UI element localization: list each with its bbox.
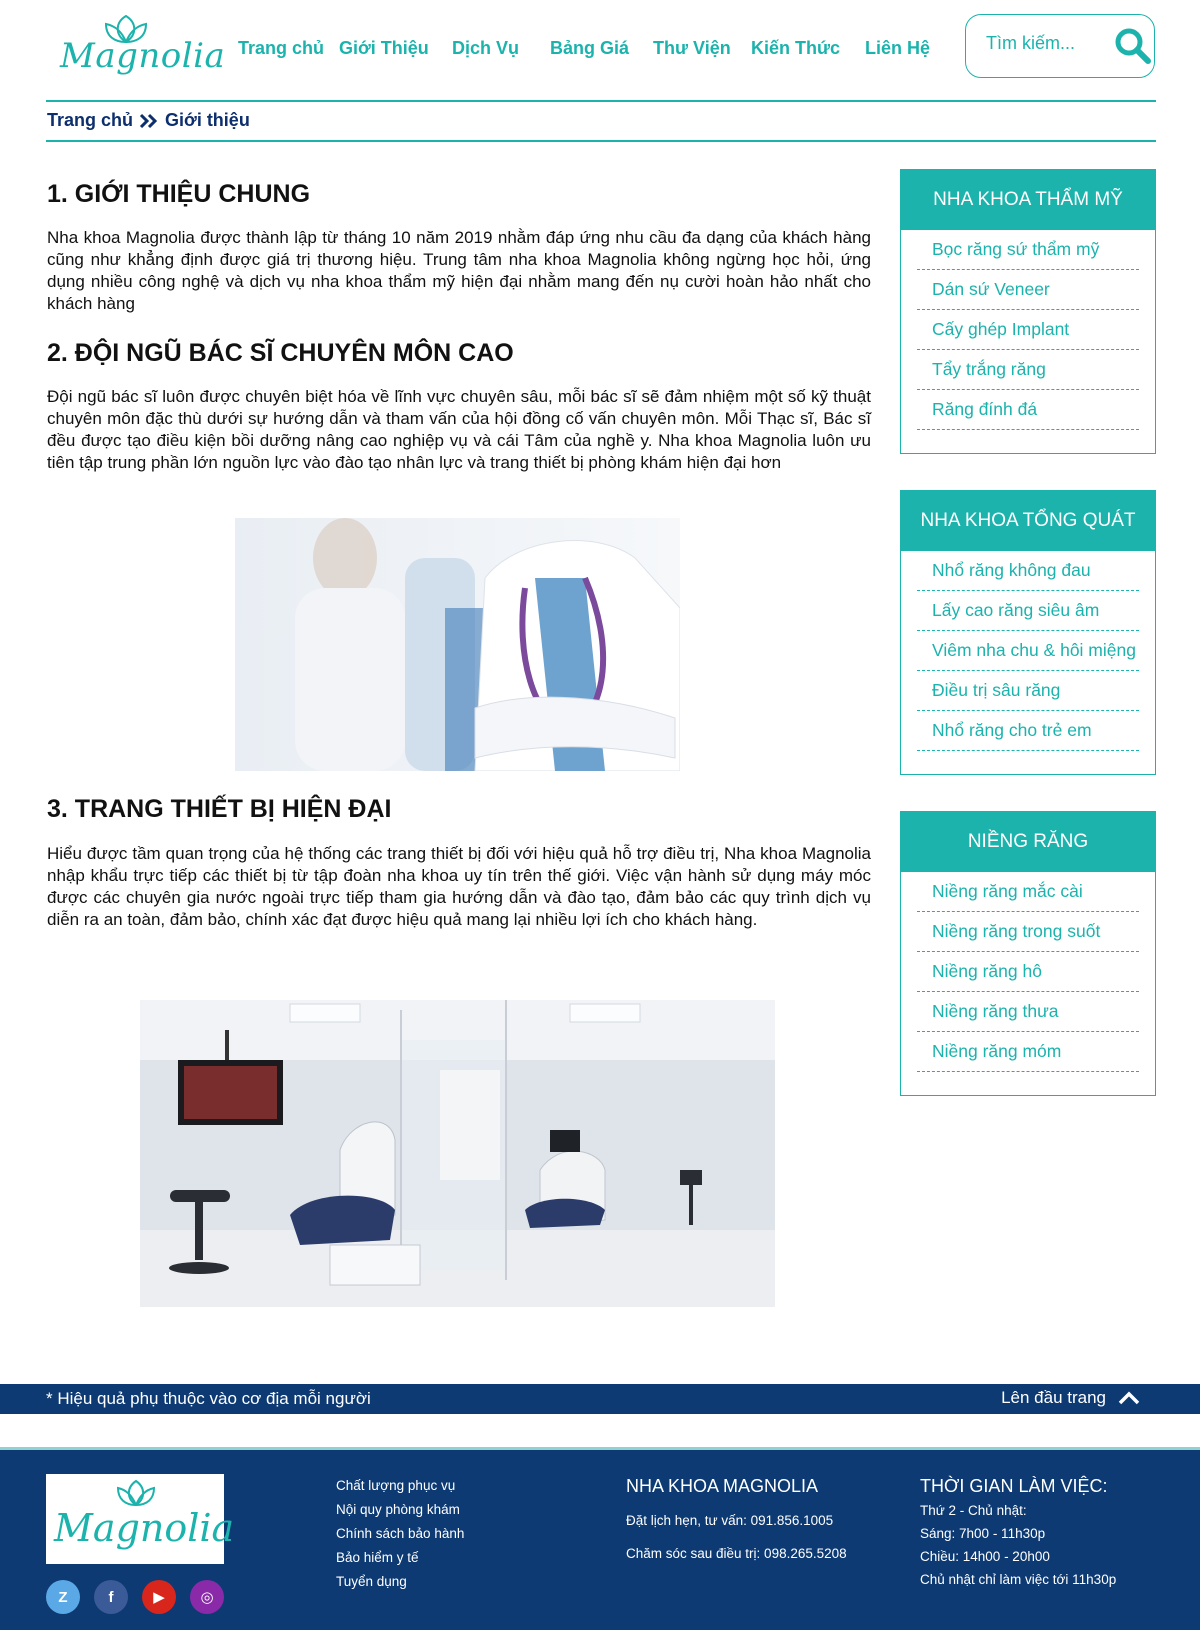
sidebar-cosmetic-title: NHA KHOA THẨM MỸ	[901, 170, 1155, 230]
sidebar-item-lay-cao-rang[interactable]: Lấy cao răng siêu âm	[917, 591, 1139, 631]
breadcrumb-home[interactable]: Trang chủ	[47, 110, 133, 131]
footer-link-noi-quy[interactable]: Nội quy phòng khám	[336, 1502, 464, 1526]
doctors-photo	[235, 518, 680, 771]
instagram-icon[interactable]: ◎	[190, 1580, 224, 1614]
section-title-doctors: 2. ĐỘI NGŨ BÁC SĨ CHUYÊN MÔN CAO	[47, 339, 514, 367]
search-box	[965, 14, 1155, 78]
sidebar-item-boc-rang-su[interactable]: Bọc răng sứ thẩm mỹ	[917, 230, 1139, 270]
footer-booking-phone[interactable]: Đặt lịch hẹn, tư vấn: 091.856.1005	[626, 1509, 847, 1532]
sidebar-item-nieng-rang-ho[interactable]: Niềng răng hô	[917, 952, 1139, 992]
sidebar-general-box: NHA KHOA TỔNG QUÁT Nhổ răng không đau Lấ…	[900, 490, 1156, 775]
footer-logo-text: Magnolia	[54, 1506, 235, 1550]
nav-lien-he[interactable]: Liên Hệ	[865, 38, 930, 59]
sidebar-item-nho-rang-khong-dau[interactable]: Nhổ răng không đau	[917, 551, 1139, 591]
back-to-top-label: Lên đầu trang	[1001, 1388, 1106, 1407]
breadcrumb-divider	[46, 140, 1156, 142]
footer-hours-line: Thứ 2 - Chủ nhật:	[920, 1503, 1027, 1518]
sidebar-item-rang-dinh-da[interactable]: Răng đính đá	[917, 390, 1139, 430]
social-links: Z f ▶ ◎	[46, 1580, 238, 1614]
footer-hours-line: Chiều: 14h00 - 20h00	[920, 1549, 1050, 1564]
footer-hours-line: Sáng: 7h00 - 11h30p	[920, 1526, 1046, 1541]
effect-disclaimer: * Hiệu quả phụ thuộc vào cơ địa mỗi ngườ…	[46, 1389, 371, 1408]
nav-gioi-thieu[interactable]: Giới Thiệu	[339, 38, 429, 59]
footer-link-chinh-sach[interactable]: Chính sách bảo hành	[336, 1526, 464, 1550]
nav-trang-chu[interactable]: Trang chủ	[238, 38, 324, 59]
footer-hours-title: THỜI GIAN LÀM VIỆC:	[920, 1476, 1108, 1496]
sidebar-cosmetic-box: NHA KHOA THẨM MỸ Bọc răng sứ thẩm mỹ Dán…	[900, 169, 1156, 454]
footer-link-bao-hiem[interactable]: Bảo hiểm y tế	[336, 1550, 464, 1574]
sidebar-item-nieng-mac-cai[interactable]: Niềng răng mắc cài	[917, 872, 1139, 912]
site-footer: Magnolia Z f ▶ ◎ Chất lượng phục vụ Nội …	[0, 1447, 1200, 1630]
header-divider	[46, 100, 1156, 102]
footer-hours: THỜI GIAN LÀM VIỆC: Thứ 2 - Chủ nhật: Sá…	[920, 1476, 1116, 1591]
footer-contact: NHA KHOA MAGNOLIA Đặt lịch hẹn, tư vấn: …	[626, 1476, 847, 1565]
sidebar-item-dieu-tri-sau-rang[interactable]: Điều trị sâu răng	[917, 671, 1139, 711]
sidebar-item-viem-nha-chu[interactable]: Viêm nha chu & hôi miệng	[917, 631, 1139, 671]
footer-link-tuyen-dung[interactable]: Tuyển dụng	[336, 1574, 464, 1598]
nav-bang-gia[interactable]: Bảng Giá	[550, 38, 629, 59]
sidebar-item-nho-rang-tre-em[interactable]: Nhổ răng cho trẻ em	[917, 711, 1139, 751]
sidebar-item-cay-ghep-implant[interactable]: Cấy ghép Implant	[917, 310, 1139, 350]
back-to-top-button[interactable]: Lên đầu trang	[1001, 1388, 1140, 1408]
footer-link-chat-luong[interactable]: Chất lượng phục vụ	[336, 1478, 464, 1502]
section-title-intro: 1. GIỚI THIỆU CHUNG	[47, 180, 311, 208]
sidebar-braces-title: NIỀNG RĂNG	[901, 812, 1155, 872]
footer-clinic-title: NHA KHOA MAGNOLIA	[626, 1476, 819, 1496]
breadcrumb: Trang chủ Giới thiệu	[47, 110, 250, 131]
section-text-intro: Nha khoa Magnolia được thành lập từ thán…	[47, 228, 871, 313]
clinic-room-photo	[140, 1000, 775, 1307]
section-text-equipment: Hiểu được tầm quan trọng của hệ thống cá…	[47, 844, 871, 929]
section-text-doctors: Đội ngũ bác sĩ luôn được chuyên biệt hóa…	[47, 387, 871, 472]
footer-logo[interactable]: Magnolia	[46, 1474, 234, 1564]
sidebar-item-dan-su-veneer[interactable]: Dán sứ Veneer	[917, 270, 1139, 310]
magnolia-logo[interactable]: Magnolia	[56, 12, 225, 80]
site-header: Magnolia Trang chủ Giới Thiệu Dịch Vụ Bả…	[0, 0, 1200, 100]
zalo-icon[interactable]: Z	[46, 1580, 80, 1614]
search-icon[interactable]	[1114, 27, 1152, 65]
sidebar-braces-box: NIỀNG RĂNG Niềng răng mắc cài Niềng răng…	[900, 811, 1156, 1096]
footer-hours-line: Chủ nhật chỉ làm việc tới 11h30p	[920, 1572, 1117, 1587]
footer-links: Chất lượng phục vụ Nội quy phòng khám Ch…	[336, 1478, 464, 1598]
double-chevron-right-icon	[139, 113, 159, 129]
sidebar-general-title: NHA KHOA TỔNG QUÁT	[901, 491, 1155, 551]
chevron-up-icon	[1118, 1391, 1140, 1405]
youtube-icon[interactable]: ▶	[142, 1580, 176, 1614]
sidebar-item-nieng-rang-mom[interactable]: Niềng răng móm	[917, 1032, 1139, 1072]
sidebar-item-nieng-rang-thua[interactable]: Niềng răng thưa	[917, 992, 1139, 1032]
sidebar-item-nieng-trong-suot[interactable]: Niềng răng trong suốt	[917, 912, 1139, 952]
breadcrumb-current: Giới thiệu	[165, 110, 250, 130]
nav-thu-vien[interactable]: Thư Viện	[653, 38, 731, 59]
logo-text: Magnolia	[60, 36, 226, 76]
nav-dich-vu[interactable]: Dịch Vụ	[452, 38, 519, 59]
search-input[interactable]	[986, 33, 1106, 54]
note-bar: * Hiệu quả phụ thuộc vào cơ địa mỗi ngườ…	[0, 1384, 1200, 1414]
nav-kien-thuc[interactable]: Kiến Thức	[751, 38, 840, 59]
section-title-equipment: 3. TRANG THIẾT BỊ HIỆN ĐẠI	[47, 795, 392, 823]
footer-aftercare-phone[interactable]: Chăm sóc sau điều trị: 098.265.5208	[626, 1542, 847, 1565]
sidebar-item-tay-trang-rang[interactable]: Tẩy trắng răng	[917, 350, 1139, 390]
facebook-icon[interactable]: f	[94, 1580, 128, 1614]
